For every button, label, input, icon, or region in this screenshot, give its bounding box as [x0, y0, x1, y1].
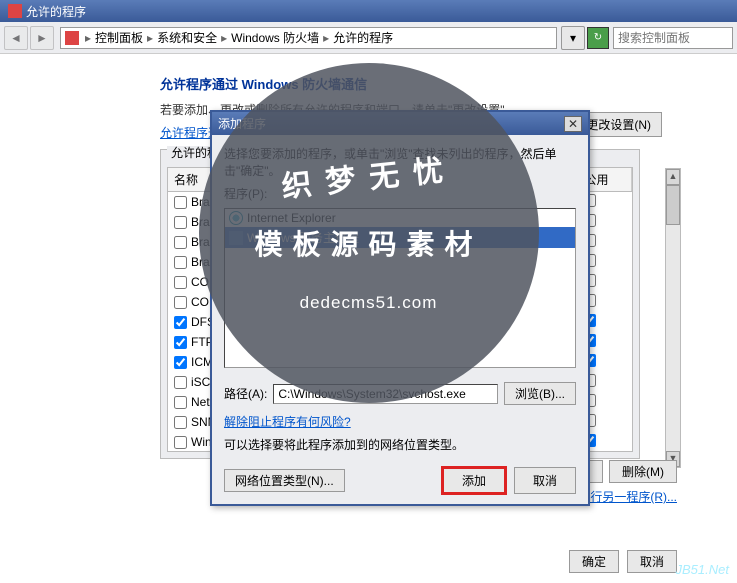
navigation-bar: ◄ ► ▸ 控制面板▸ 系统和安全▸ Windows 防火墙▸ 允许的程序 ▾ … — [0, 22, 737, 54]
page-heading: 允许程序通过 Windows 防火墙通信 — [160, 74, 677, 93]
path-input[interactable] — [273, 384, 498, 404]
ie-icon — [229, 211, 243, 225]
row-checkbox[interactable] — [174, 316, 187, 329]
browse-button[interactable]: 浏览(B)... — [504, 382, 576, 405]
search-input[interactable] — [613, 27, 733, 49]
program-list-label: 程序(P): — [224, 185, 576, 202]
row-checkbox[interactable] — [174, 256, 187, 269]
row-checkbox[interactable] — [174, 336, 187, 349]
crumb-control-panel[interactable]: 控制面板 — [93, 29, 145, 46]
dialog-titlebar: 添加程序 ✕ — [212, 112, 588, 135]
list-item[interactable]: Windows 服务主进程 — [225, 227, 575, 248]
row-checkbox[interactable] — [174, 216, 187, 229]
cancel-button[interactable]: 取消 — [627, 550, 677, 573]
dialog-cancel-button[interactable]: 取消 — [514, 467, 576, 494]
row-checkbox[interactable] — [174, 376, 187, 389]
crumb-system-security[interactable]: 系统和安全 — [155, 29, 219, 46]
add-button[interactable]: 添加 — [442, 467, 506, 494]
crumb-firewall[interactable]: Windows 防火墙 — [229, 29, 321, 46]
ok-button[interactable]: 确定 — [569, 550, 619, 573]
row-checkbox[interactable] — [174, 236, 187, 249]
row-checkbox[interactable] — [174, 356, 187, 369]
breadcrumb[interactable]: ▸ 控制面板▸ 系统和安全▸ Windows 防火墙▸ 允许的程序 — [60, 27, 557, 49]
page-footer: 确定 取消 — [569, 550, 677, 573]
scroll-thumb[interactable] — [666, 185, 680, 225]
window-titlebar: 允许的程序 — [0, 0, 737, 22]
row-checkbox[interactable] — [174, 396, 187, 409]
program-list[interactable]: Internet Explorer Windows 服务主进程 — [224, 208, 576, 368]
dropdown-button[interactable]: ▾ — [561, 26, 585, 50]
row-checkbox[interactable] — [174, 196, 187, 209]
brand-label: JB51.Net — [676, 562, 729, 577]
scrollbar[interactable]: ▲ ▼ — [665, 168, 681, 468]
add-program-dialog: 添加程序 ✕ 选择您要添加的程序，或单击"浏览"查找未列出的程序，然后单击"确定… — [210, 110, 590, 506]
network-location-button[interactable]: 网络位置类型(N)... — [224, 469, 345, 492]
refresh-icon[interactable]: ↻ — [587, 27, 609, 49]
dialog-instruction: 选择您要添加的程序，或单击"浏览"查找未列出的程序，然后单击"确定"。 — [224, 145, 576, 179]
forward-button[interactable]: ► — [30, 26, 54, 50]
back-button[interactable]: ◄ — [4, 26, 28, 50]
row-checkbox[interactable] — [174, 416, 187, 429]
unblock-risk-link[interactable]: 解除阻止程序有何风险? — [224, 413, 351, 430]
path-label: 路径(A): — [224, 385, 267, 402]
window-title: 允许的程序 — [26, 3, 86, 20]
list-item-label: Windows 服务主进程 — [247, 229, 359, 246]
remove-button[interactable]: 删除(M) — [609, 460, 677, 483]
choose-network-text: 可以选择要将此程序添加到的网络位置类型。 — [224, 436, 576, 453]
crumb-allowed[interactable]: 允许的程序 — [331, 29, 395, 46]
scroll-up-icon[interactable]: ▲ — [666, 169, 680, 185]
row-checkbox[interactable] — [174, 276, 187, 289]
row-checkbox[interactable] — [174, 296, 187, 309]
app-icon — [8, 4, 22, 18]
dialog-title: 添加程序 — [218, 115, 266, 132]
windows-icon — [229, 231, 243, 245]
breadcrumb-icon — [65, 31, 79, 45]
row-checkbox[interactable] — [174, 436, 187, 449]
list-item-label: Internet Explorer — [247, 211, 336, 225]
list-item[interactable]: Internet Explorer — [225, 209, 575, 227]
close-icon[interactable]: ✕ — [564, 116, 582, 132]
